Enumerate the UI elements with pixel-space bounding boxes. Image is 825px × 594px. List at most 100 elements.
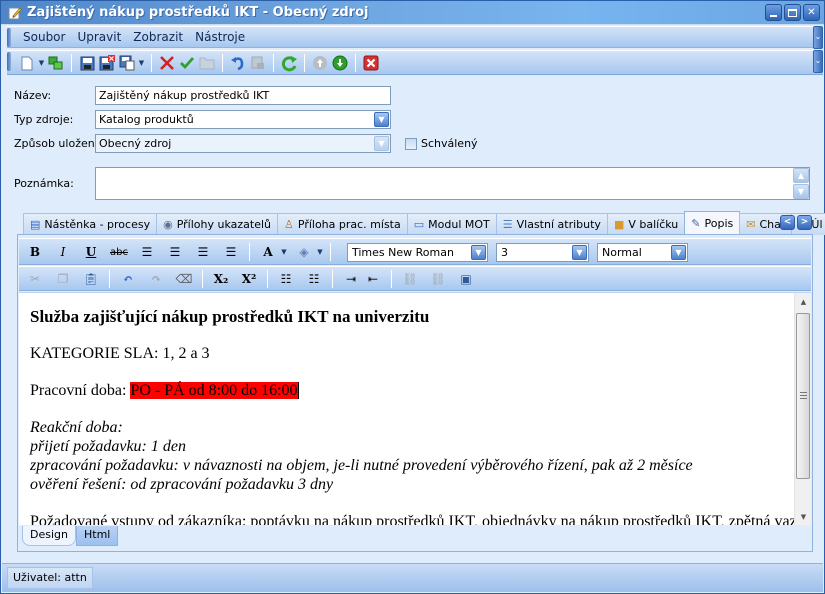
poznamka-textarea[interactable]	[95, 167, 810, 200]
paste-button[interactable]: 📋︎	[81, 270, 101, 288]
scroll-down-icon[interactable]: ▼	[795, 510, 811, 524]
nazev-input[interactable]: Zajištěný nákup prostředků IKT	[95, 86, 391, 105]
menu-grip[interactable]	[7, 28, 11, 47]
schvaleny-label[interactable]: Schválený	[421, 137, 478, 150]
properties-button[interactable]	[248, 54, 268, 72]
cut-button[interactable]: ✂	[25, 270, 45, 288]
maximize-button[interactable]	[784, 4, 801, 21]
undo-button[interactable]: ↶	[118, 270, 138, 288]
scroll-up-icon[interactable]: ▲	[795, 295, 811, 309]
menu-upravit[interactable]: Upravit	[71, 30, 127, 44]
align-right-button[interactable]: ☰	[193, 243, 213, 261]
font-color-button[interactable]: A	[258, 243, 278, 261]
toolbar-separator	[330, 243, 331, 261]
copy-button[interactable]: ❐	[53, 270, 73, 288]
editor-vertical-scrollbar[interactable]: ▲ ▼	[794, 293, 811, 525]
zpusob-ulozeni-select[interactable]: Obecný zdroj ▼	[95, 134, 391, 153]
close-button[interactable]: ✕	[803, 4, 820, 21]
align-left-button[interactable]: ☰	[137, 243, 157, 261]
typ-zdroje-select[interactable]: Katalog produktů ▼	[95, 110, 391, 129]
tab-label: Nástěnka - procesy	[44, 218, 151, 231]
undo-button[interactable]	[228, 54, 248, 72]
subscript-button[interactable]: X₂	[211, 270, 231, 288]
bold-button[interactable]: B	[25, 243, 45, 261]
chevron-down-icon: ⌄	[814, 32, 822, 41]
new-button[interactable]	[17, 54, 37, 72]
menu-overflow-button[interactable]: ⌄	[813, 26, 823, 49]
tab-v-balicku[interactable]: ■ V balíčku	[606, 213, 686, 235]
scroll-down-button[interactable]: ▼	[793, 184, 809, 199]
delete-button[interactable]	[157, 54, 177, 72]
toolbar-separator	[304, 54, 305, 72]
chevron-down-icon[interactable]: ▼	[671, 245, 686, 260]
menu-nastroje[interactable]: Nástroje	[189, 30, 251, 44]
approve-button[interactable]	[177, 54, 197, 72]
justify-button[interactable]: ☰	[221, 243, 241, 261]
tab-popis[interactable]: ✎ Popis	[684, 211, 741, 235]
toolbar-overflow-button[interactable]: ⌄	[813, 50, 823, 73]
italic-button[interactable]: I	[53, 243, 73, 261]
tab-prilohy-ukazatelu[interactable]: ◉ Přílohy ukazatelů	[156, 213, 278, 235]
outdent-button[interactable]: ⇤	[363, 270, 383, 288]
scroll-thumb[interactable]	[796, 313, 810, 479]
tab-strip: ▤ Nástěnka - procesy ◉ Přílohy ukazatelů…	[23, 211, 825, 235]
poznamka-scrollbar[interactable]: ▲ ▼	[793, 168, 809, 199]
save-as-dropdown-button[interactable]: ▼	[137, 54, 146, 72]
redo-button[interactable]: ↷	[146, 270, 166, 288]
menu-soubor[interactable]: Soubor	[21, 30, 71, 44]
highlight-color-dropdown[interactable]: ▼	[316, 243, 324, 261]
numbered-list-button[interactable]: ☷	[276, 270, 296, 288]
move-up-button[interactable]	[310, 54, 330, 72]
poznamka-label: Poznámka:	[14, 177, 74, 190]
insert-link-button[interactable]: ⛓	[400, 270, 420, 288]
toolbar-grip[interactable]	[7, 52, 11, 71]
bullet-list-button[interactable]: ☷	[304, 270, 324, 288]
font-size-value: 3	[501, 246, 508, 259]
font-color-dropdown[interactable]: ▼	[280, 243, 288, 261]
superscript-button[interactable]: X²	[239, 270, 259, 288]
title-bar[interactable]: Zajištěný nákup prostředků IKT - Obecný …	[1, 1, 824, 25]
move-down-button[interactable]	[330, 54, 350, 72]
new-dropdown-button[interactable]: ▼	[37, 54, 46, 72]
underline-button[interactable]: U	[81, 243, 101, 261]
tab-nastenka-procesy[interactable]: ▤ Nástěnka - procesy	[23, 213, 158, 235]
tab-vlastni-atributy[interactable]: ☰ Vlastní atributy	[495, 213, 608, 235]
menu-zobrazit[interactable]: Zobrazit	[127, 30, 189, 44]
font-size-select[interactable]: 3 ▼	[496, 243, 589, 262]
remove-link-button[interactable]: ⛓	[428, 270, 448, 288]
align-center-button[interactable]: ☰	[165, 243, 185, 261]
align-center-icon: ☰	[169, 245, 181, 259]
tab-next-button[interactable]: >	[797, 215, 812, 230]
scroll-up-button[interactable]: ▲	[793, 168, 809, 183]
paragraph-style-select[interactable]: Normal ▼	[597, 243, 688, 262]
strikethrough-button[interactable]: abc	[109, 243, 129, 261]
schvaleny-checkbox[interactable]	[405, 138, 417, 150]
editor-edit-toolbar: ✂ ❐ 📋︎ ↶ ↷ ⌫ X₂ X² ☷ ☷ ⇥ ⇤ ⛓ ⛓ ▣	[19, 266, 811, 291]
chevron-down-icon[interactable]: ▼	[572, 245, 587, 260]
tab-html[interactable]: Html	[75, 526, 119, 546]
highlight-color-button[interactable]: ◈	[294, 243, 314, 261]
insert-image-button[interactable]: ▣	[456, 270, 476, 288]
tab-design[interactable]: Design	[22, 526, 76, 546]
clear-format-button[interactable]: ⌫	[174, 270, 194, 288]
save-close-button[interactable]	[97, 54, 117, 72]
typ-zdroje-value: Katalog produktů	[99, 113, 194, 126]
close-form-button[interactable]	[361, 54, 381, 72]
tab-prev-button[interactable]: <	[780, 215, 795, 230]
tab-modul-mot[interactable]: ▭ Modul MOT	[406, 213, 497, 235]
chevron-down-icon[interactable]: ▼	[374, 112, 389, 127]
minimize-button[interactable]	[765, 4, 782, 21]
open-folder-button[interactable]	[197, 54, 217, 72]
refresh-button[interactable]	[279, 54, 299, 72]
tab-label: Popis	[704, 217, 734, 230]
save-button[interactable]	[77, 54, 97, 72]
toolbar-separator	[355, 54, 356, 72]
chevron-down-icon[interactable]: ▼	[471, 245, 486, 260]
rich-text-editor[interactable]: Služba zajišťující nákup prostředků IKT …	[19, 292, 811, 525]
indent-button[interactable]: ⇥	[341, 270, 361, 288]
image-icon: ▣	[460, 272, 472, 286]
font-name-select[interactable]: Times New Roman ▼	[347, 243, 488, 262]
save-as-button[interactable]	[117, 54, 137, 72]
copy-objects-button[interactable]	[46, 54, 66, 72]
tab-priloha-prac-mista[interactable]: ♙ Příloha prac. místa	[277, 213, 408, 235]
